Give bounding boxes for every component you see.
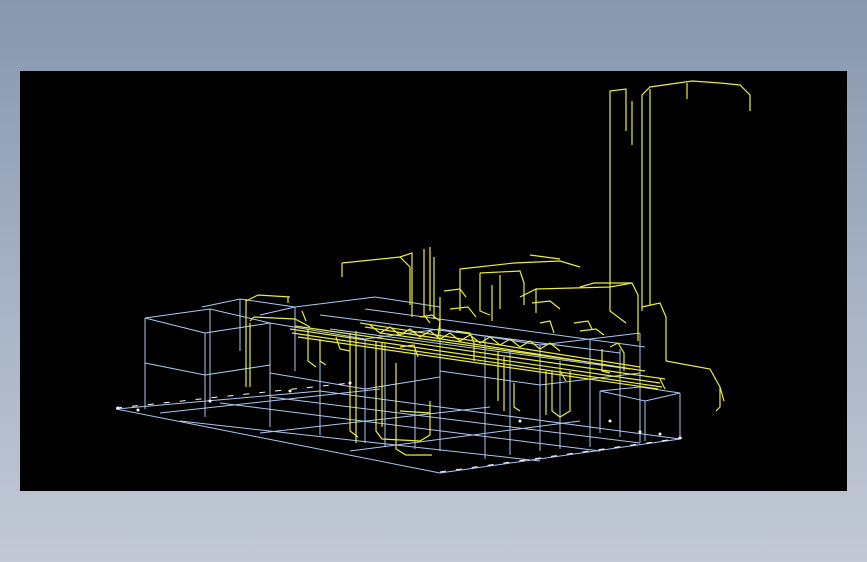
page: { "scene": { "background_color": "#00000…	[0, 0, 867, 562]
steel-structure	[115, 296, 681, 474]
model-viewport[interactable]	[20, 71, 847, 491]
piping-network	[245, 80, 751, 456]
ground-markers	[115, 381, 683, 473]
wireframe-model	[115, 80, 751, 474]
